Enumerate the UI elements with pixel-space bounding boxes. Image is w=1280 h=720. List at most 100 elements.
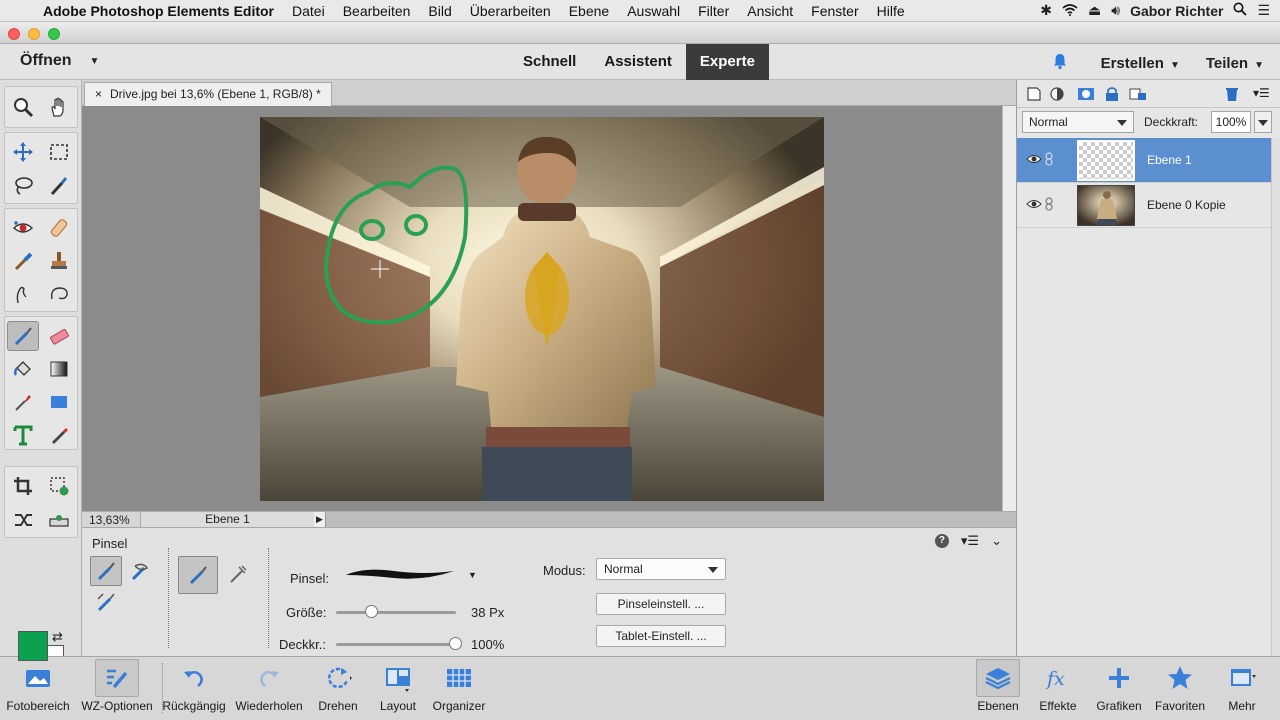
panel-menu-icon[interactable]: ▾☰ <box>961 533 979 549</box>
brush-mode-icon[interactable] <box>90 556 122 586</box>
redo-button[interactable]: Wiederholen <box>234 659 304 719</box>
notification-bell-icon[interactable] <box>1051 52 1069 75</box>
canvas-image[interactable] <box>260 117 824 501</box>
zoom-tool-icon[interactable] <box>7 92 39 122</box>
menu-filter[interactable]: Filter <box>689 3 738 19</box>
photo-bin-button[interactable]: Fotobereich <box>6 659 70 719</box>
close-document-icon[interactable]: × <box>95 83 102 106</box>
menu-hilfe[interactable]: Hilfe <box>868 3 914 19</box>
layers-scrollbar[interactable] <box>1271 138 1280 656</box>
brush-stroke-preview[interactable] <box>344 563 456 583</box>
menu-fenster[interactable]: Fenster <box>802 3 867 19</box>
collapse-panel-icon[interactable]: ⌄ <box>991 533 1002 549</box>
document-tab[interactable]: × Drive.jpg bei 13,6% (Ebene 1, RGB/8) * <box>84 82 332 106</box>
sponge-tool-icon[interactable] <box>43 279 75 309</box>
clone-stamp-icon[interactable] <box>43 246 75 276</box>
visibility-eye-icon[interactable] <box>1026 153 1042 165</box>
share-button[interactable]: Teilen ▼ <box>1206 55 1264 72</box>
favorites-panel-button[interactable]: Favoriten <box>1152 659 1208 719</box>
brush-dropdown-icon[interactable]: ▼ <box>468 570 477 580</box>
effects-panel-button[interactable]: fx Effekte <box>1034 659 1082 719</box>
menu-ansicht[interactable]: Ansicht <box>738 3 802 19</box>
wifi-icon[interactable] <box>1062 3 1078 19</box>
spotlight-search-icon[interactable] <box>1233 2 1248 19</box>
graphics-panel-button[interactable]: Grafiken <box>1094 659 1144 719</box>
tab-schnell[interactable]: Schnell <box>509 44 590 80</box>
layer-opacity-input[interactable]: 100% <box>1211 111 1251 133</box>
size-slider-thumb[interactable] <box>365 605 378 618</box>
eyedropper-tool-icon[interactable] <box>7 387 39 417</box>
quick-selection-icon[interactable] <box>43 171 75 201</box>
menu-bearbeiten[interactable]: Bearbeiten <box>334 3 420 19</box>
layer-row[interactable]: Ebene 0 Kopie <box>1017 183 1271 228</box>
text-tool-icon[interactable] <box>7 420 39 450</box>
paint-bucket-icon[interactable] <box>7 354 39 384</box>
tab-assistent[interactable]: Assistent <box>590 44 686 80</box>
volume-icon[interactable]: 🔊︎ <box>1111 2 1120 19</box>
tab-experte[interactable]: Experte <box>685 44 769 80</box>
layer-link-icon[interactable] <box>1045 152 1053 166</box>
rotate-button[interactable]: Drehen <box>310 659 366 719</box>
straighten-tool-icon[interactable] <box>43 505 75 535</box>
bluetooth-icon[interactable]: ✱ <box>1040 2 1052 19</box>
brush-settings-button[interactable]: Pinseleinstell. ... <box>596 593 726 615</box>
horizontal-scrollbar[interactable] <box>326 512 1016 527</box>
status-menu-arrow-icon[interactable]: ▶ <box>314 512 326 527</box>
delete-layer-icon[interactable] <box>1223 86 1241 102</box>
open-dropdown-icon[interactable]: ▼ <box>90 56 100 67</box>
adjustment-layer-icon[interactable] <box>1049 86 1067 102</box>
layer-opacity-dropdown-icon[interactable] <box>1254 111 1272 133</box>
canvas-area[interactable] <box>82 106 1002 511</box>
foreground-color-swatch[interactable] <box>18 631 48 661</box>
menu-bild[interactable]: Bild <box>419 3 460 19</box>
rectangular-marquee-icon[interactable] <box>43 137 75 167</box>
spot-healing-brush-icon[interactable] <box>43 213 75 243</box>
layer-row[interactable]: Ebene 1 <box>1017 138 1271 183</box>
eraser-tool-icon[interactable] <box>43 321 75 351</box>
move-tool-icon[interactable] <box>7 137 39 167</box>
zoom-level[interactable]: 13,63% <box>89 513 130 527</box>
opacity-slider-thumb[interactable] <box>449 637 462 650</box>
smudge-tool-icon[interactable] <box>7 279 39 309</box>
airbrush-icon[interactable] <box>222 559 254 589</box>
undo-button[interactable]: Rückgängig <box>160 659 228 719</box>
layer-mask-icon[interactable] <box>1077 86 1095 102</box>
lock-all-icon[interactable] <box>1103 86 1121 102</box>
smart-brush-icon[interactable] <box>7 246 39 276</box>
menu-app-name[interactable]: Adobe Photoshop Elements Editor <box>34 3 283 19</box>
menu-auswahl[interactable]: Auswahl <box>618 3 689 19</box>
zoom-window-button[interactable] <box>48 28 60 40</box>
menu-ebene[interactable]: Ebene <box>560 3 618 19</box>
lock-transparency-icon[interactable] <box>1129 86 1147 102</box>
layers-panel-menu-icon[interactable]: ▾☰ <box>1253 86 1271 102</box>
mode-select[interactable]: Normal <box>596 558 726 580</box>
gradient-tool-icon[interactable] <box>43 354 75 384</box>
organizer-button[interactable]: Organizer <box>430 659 488 719</box>
minimize-window-button[interactable] <box>28 28 40 40</box>
new-layer-icon[interactable] <box>1025 86 1043 102</box>
visibility-eye-icon[interactable] <box>1026 198 1042 210</box>
layout-button[interactable]: Layout <box>372 659 424 719</box>
close-window-button[interactable] <box>8 28 20 40</box>
layer-link-icon[interactable] <box>1045 197 1053 211</box>
swap-colors-icon[interactable]: ⇄ <box>52 629 63 645</box>
crop-tool-icon[interactable] <box>7 471 39 501</box>
color-replacement-brush-icon[interactable] <box>90 587 122 617</box>
notification-list-icon[interactable]: ☰ <box>1257 2 1270 19</box>
pencil-tool-icon[interactable] <box>43 420 75 450</box>
open-button[interactable]: Öffnen ▼ <box>20 52 99 70</box>
layers-panel-button[interactable]: Ebenen <box>975 659 1021 719</box>
help-icon[interactable]: ? <box>934 534 949 548</box>
tool-options-button[interactable]: WZ-Optionen <box>81 659 153 719</box>
blend-mode-select[interactable]: Normal <box>1022 111 1134 133</box>
canvas-vertical-scrollbar[interactable] <box>1002 106 1016 511</box>
recompose-tool-icon[interactable] <box>43 471 75 501</box>
menu-datei[interactable]: Datei <box>283 3 334 19</box>
more-panels-button[interactable]: Mehr <box>1216 659 1268 719</box>
tablet-settings-button[interactable]: Tablet-Einstell. ... <box>596 625 726 647</box>
opacity-slider[interactable] <box>336 643 456 646</box>
create-button[interactable]: Erstellen ▼ <box>1101 55 1180 72</box>
lasso-tool-icon[interactable] <box>7 171 39 201</box>
shape-tool-icon[interactable] <box>43 387 75 417</box>
hand-tool-icon[interactable] <box>43 92 75 122</box>
